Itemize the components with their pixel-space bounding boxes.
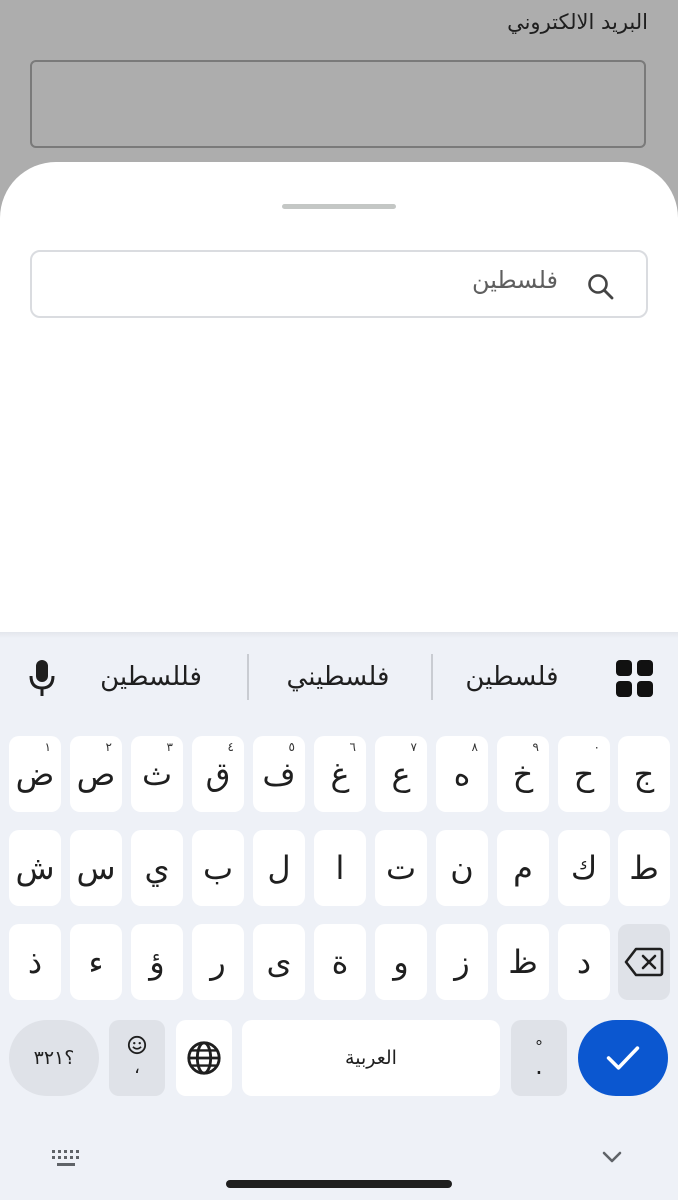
key-kaf[interactable]: ك xyxy=(558,830,610,906)
key-ra[interactable]: ر xyxy=(192,924,244,1000)
key-nun[interactable]: ن xyxy=(436,830,488,906)
key-alif-maqsura[interactable]: ى xyxy=(253,924,305,1000)
drag-handle[interactable] xyxy=(282,204,396,209)
key-ha[interactable]: ه٨ xyxy=(436,736,488,812)
key-kha[interactable]: خ٩ xyxy=(497,736,549,812)
key-hha[interactable]: ح٠ xyxy=(558,736,610,812)
emoji-comma-key[interactable]: ، xyxy=(109,1020,165,1096)
bottom-sheet: فلسطين xyxy=(0,162,678,640)
search-input[interactable]: فلسطين xyxy=(30,250,648,318)
symbols-key[interactable]: ؟٣٢١ xyxy=(9,1020,99,1096)
key-ba[interactable]: ب xyxy=(192,830,244,906)
space-key[interactable]: العربية xyxy=(242,1020,500,1096)
key-waw-hamza[interactable]: ؤ xyxy=(131,924,183,1000)
key-ta[interactable]: ت xyxy=(375,830,427,906)
key-tta[interactable]: ط xyxy=(618,830,670,906)
key-mim[interactable]: م xyxy=(497,830,549,906)
suggestion-2[interactable]: فلسطيني xyxy=(268,662,408,692)
search-query: فلسطين xyxy=(471,266,558,294)
key-dad[interactable]: ض١ xyxy=(9,736,61,812)
key-zay[interactable]: ز xyxy=(436,924,488,1000)
globe-icon xyxy=(187,1041,221,1075)
key-shin[interactable]: ش xyxy=(9,830,61,906)
key-fa[interactable]: ف٥ xyxy=(253,736,305,812)
checkmark-icon xyxy=(606,1046,640,1070)
keyboard: فللسطين فلسطيني فلسطين ض١ ص٢ ث٣ ق٤ ف٥ غ٦… xyxy=(0,632,678,1200)
period-key[interactable]: ° . xyxy=(511,1020,567,1096)
search-icon xyxy=(588,274,614,300)
chevron-down-icon[interactable] xyxy=(600,1148,624,1166)
suggestion-3[interactable]: فللسطين xyxy=(96,662,206,692)
key-jim[interactable]: ج xyxy=(618,736,670,812)
key-lam[interactable]: ل xyxy=(253,830,305,906)
microphone-icon[interactable] xyxy=(26,658,58,700)
backspace-icon xyxy=(624,947,664,977)
key-dal[interactable]: د xyxy=(558,924,610,1000)
period-label: . xyxy=(535,1052,543,1080)
email-label: البريد الالكتروني xyxy=(507,10,648,34)
backspace-key[interactable] xyxy=(618,924,670,1000)
suggestion-1[interactable]: فلسطين xyxy=(450,662,574,692)
keyboard-switch-icon[interactable] xyxy=(50,1148,82,1170)
key-sad[interactable]: ص٢ xyxy=(70,736,122,812)
key-alif[interactable]: ا xyxy=(314,830,366,906)
key-ya[interactable]: ي xyxy=(131,830,183,906)
language-key[interactable] xyxy=(176,1020,232,1096)
comma-label: ، xyxy=(134,1057,140,1078)
key-ghayn[interactable]: غ٦ xyxy=(314,736,366,812)
key-dhal[interactable]: ذ xyxy=(9,924,61,1000)
key-waw[interactable]: و xyxy=(375,924,427,1000)
key-sin[interactable]: س xyxy=(70,830,122,906)
keyboard-shadow xyxy=(0,632,678,638)
suggestion-divider xyxy=(247,654,249,700)
key-ta-marbuta[interactable]: ة xyxy=(314,924,366,1000)
key-dha[interactable]: ظ xyxy=(497,924,549,1000)
suggestion-divider xyxy=(431,654,433,700)
emoji-icon xyxy=(127,1035,147,1055)
done-button[interactable] xyxy=(578,1020,668,1096)
home-indicator[interactable] xyxy=(226,1180,452,1188)
key-ayn[interactable]: ع٧ xyxy=(375,736,427,812)
key-qaf[interactable]: ق٤ xyxy=(192,736,244,812)
email-field[interactable] xyxy=(30,60,646,148)
key-tha[interactable]: ث٣ xyxy=(131,736,183,812)
key-hamza[interactable]: ء xyxy=(70,924,122,1000)
apps-grid-icon[interactable] xyxy=(616,660,654,698)
